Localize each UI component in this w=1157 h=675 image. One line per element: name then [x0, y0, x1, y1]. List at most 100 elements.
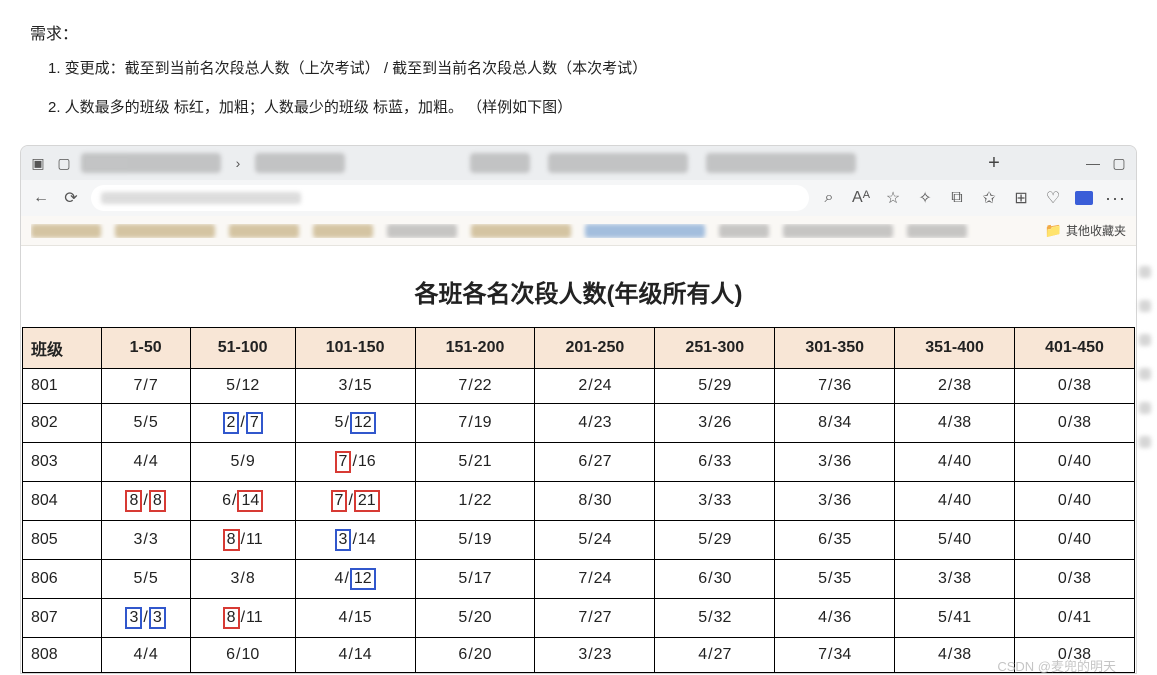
tab[interactable]	[706, 153, 856, 173]
curr-count: 15	[354, 377, 372, 394]
prev-count: 7	[335, 451, 352, 473]
prev-count: 7	[458, 414, 467, 431]
data-cell: 0/40	[1015, 482, 1135, 521]
data-cell: 6/14	[190, 482, 295, 521]
tab[interactable]	[470, 153, 530, 173]
side-item[interactable]	[1139, 368, 1151, 380]
curr-count: 34	[833, 414, 851, 431]
prev-count: 3	[818, 453, 827, 470]
tab-bar: ▣ ▢ › + — ▢	[21, 146, 1136, 180]
data-cell: 6/27	[535, 443, 655, 482]
class-name-cell: 802	[23, 404, 102, 443]
bookmark-item[interactable]	[907, 224, 967, 238]
bookmark-item[interactable]	[229, 224, 299, 238]
side-item[interactable]	[1139, 266, 1151, 278]
prev-count: 8	[818, 414, 827, 431]
data-cell: 3/23	[535, 638, 655, 673]
data-cell: 1/22	[415, 482, 535, 521]
tab[interactable]	[548, 153, 688, 173]
curr-count: 19	[474, 531, 492, 548]
page-indicator-icon[interactable]: ▢	[55, 154, 73, 172]
profile-avatar[interactable]	[1075, 191, 1093, 205]
heart-icon[interactable]: ♡	[1043, 188, 1063, 208]
requirements-list: 1. 变更成：截至到当前名次段总人数（上次考试） / 截至到当前名次段总人数（本…	[30, 58, 1127, 119]
curr-count: 32	[714, 609, 732, 626]
curr-count: 12	[350, 412, 376, 434]
data-cell: 5/9	[190, 443, 295, 482]
bookmark-item[interactable]	[387, 224, 457, 238]
prev-count: 4	[578, 414, 587, 431]
side-item[interactable]	[1139, 402, 1151, 414]
curr-count: 38	[1073, 414, 1091, 431]
curr-count: 3	[149, 531, 158, 548]
table-head: 班级1-5051-100101-150151-200201-250251-300…	[23, 328, 1135, 369]
curr-count: 27	[594, 453, 612, 470]
data-cell: 5/12	[190, 369, 295, 404]
search-icon[interactable]: ⌕	[819, 188, 839, 208]
other-bookmarks-button[interactable]: 📁 其他收藏夹	[1045, 222, 1126, 239]
back-button[interactable]: ←	[31, 188, 51, 208]
bookmark-item[interactable]	[115, 224, 215, 238]
table-row: 8017/75/123/157/222/245/297/362/380/38	[23, 369, 1135, 404]
watermark-text: CSDN @麦兜的明天	[997, 656, 1116, 675]
minimize-button[interactable]: —	[1084, 155, 1102, 171]
table-row: 8084/46/104/146/203/234/277/344/380/38	[23, 638, 1135, 673]
font-size-icon[interactable]: Aᴬ	[851, 188, 871, 208]
cube-icon[interactable]: ▣	[29, 154, 47, 172]
curr-count: 4	[149, 453, 158, 470]
col-class-header: 班级	[23, 328, 102, 369]
tab[interactable]	[81, 153, 221, 173]
prev-count: 3	[125, 607, 142, 629]
data-cell: 4/23	[535, 404, 655, 443]
prev-count: 5	[818, 570, 827, 587]
curr-count: 27	[714, 646, 732, 663]
bookmark-item[interactable]	[719, 224, 769, 238]
prev-count: 6	[458, 646, 467, 663]
app-icon[interactable]: ⧉	[947, 188, 967, 208]
curr-count: 16	[358, 453, 376, 470]
data-cell: 4/4	[101, 443, 190, 482]
curr-count: 40	[953, 492, 971, 509]
favorite-icon[interactable]: ☆	[883, 188, 903, 208]
side-item[interactable]	[1139, 436, 1151, 448]
data-cell: 7/22	[415, 369, 535, 404]
data-cell: 4/12	[295, 560, 415, 599]
tab[interactable]	[255, 153, 345, 173]
side-item[interactable]	[1139, 334, 1151, 346]
curr-count: 35	[833, 570, 851, 587]
data-cell: 4/40	[895, 482, 1015, 521]
curr-count: 34	[833, 646, 851, 663]
bookmark-item[interactable]	[585, 224, 705, 238]
curr-count: 5	[149, 570, 158, 587]
data-cell: 4/14	[295, 638, 415, 673]
col-range-header: 251-300	[655, 328, 775, 369]
url-input[interactable]	[91, 185, 809, 211]
bookmark-item[interactable]	[313, 224, 373, 238]
prev-count: 6	[698, 453, 707, 470]
col-range-header: 1-50	[101, 328, 190, 369]
curr-count: 29	[714, 377, 732, 394]
bookmark-item[interactable]	[783, 224, 893, 238]
table-row: 8025/52/75/127/194/233/268/344/380/38	[23, 404, 1135, 443]
curr-count: 36	[833, 377, 851, 394]
refresh-button[interactable]: ⟳	[61, 188, 81, 208]
favorites-bar-icon[interactable]: ✩	[979, 188, 999, 208]
new-tab-button[interactable]: +	[982, 152, 1006, 175]
curr-count: 36	[833, 492, 851, 509]
other-bookmarks-label: 其他收藏夹	[1066, 222, 1126, 239]
curr-count: 9	[246, 453, 255, 470]
curr-count: 23	[594, 646, 612, 663]
data-cell: 0/38	[1015, 560, 1135, 599]
collections-icon[interactable]: ⊞	[1011, 188, 1031, 208]
curr-count: 24	[594, 531, 612, 548]
side-item[interactable]	[1139, 300, 1151, 312]
more-menu-button[interactable]: ···	[1105, 188, 1126, 209]
data-cell: 4/4	[101, 638, 190, 673]
data-cell: 5/20	[415, 599, 535, 638]
bookmark-item[interactable]	[471, 224, 571, 238]
curr-count: 38	[1073, 570, 1091, 587]
curr-count: 40	[1073, 453, 1091, 470]
extensions-icon[interactable]: ✧	[915, 188, 935, 208]
bookmark-item[interactable]	[31, 224, 101, 238]
maximize-button[interactable]: ▢	[1110, 155, 1128, 172]
